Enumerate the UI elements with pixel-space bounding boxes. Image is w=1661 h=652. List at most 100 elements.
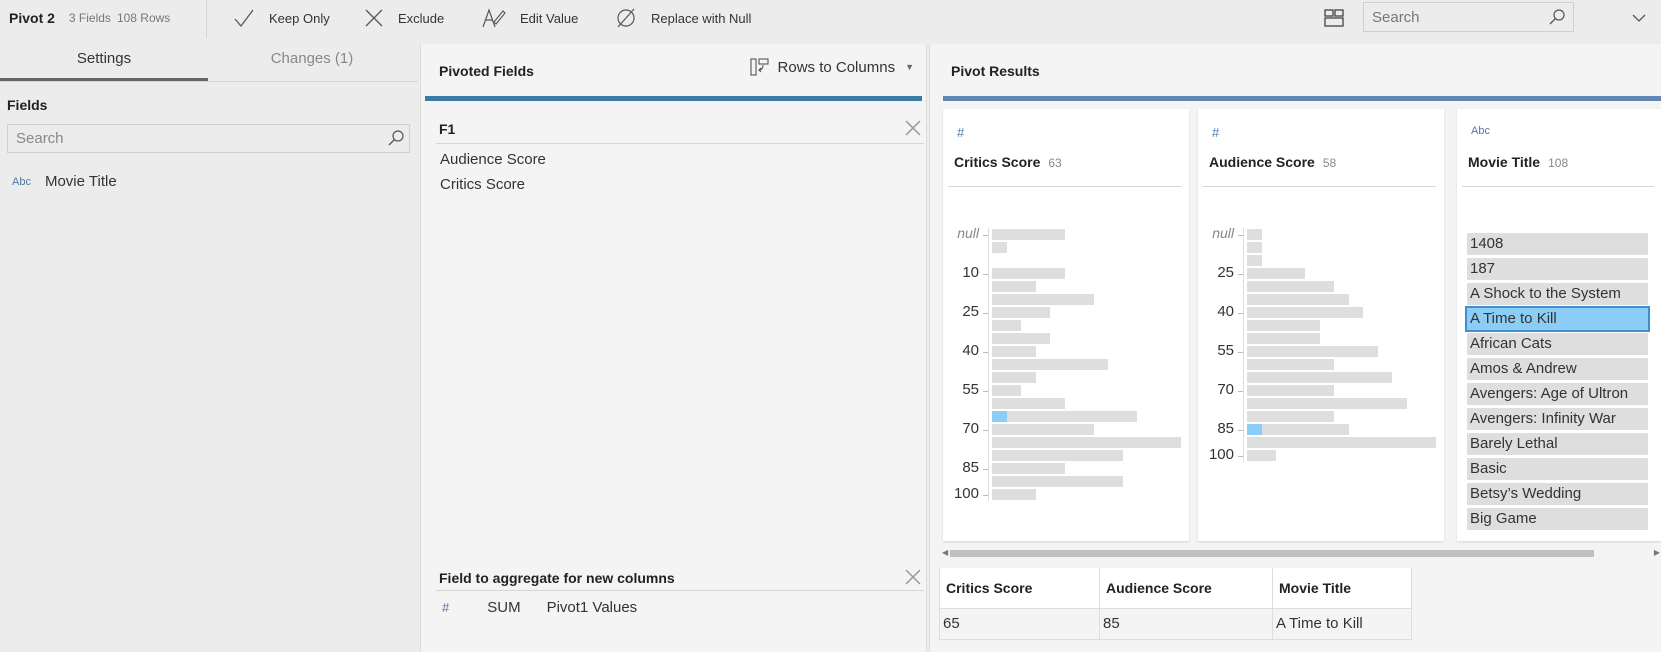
histogram-bar[interactable] [992,346,1036,357]
histogram-bar[interactable] [1247,307,1363,318]
chevron-down-icon [1632,14,1646,22]
histogram-bar[interactable] [992,294,1094,305]
keep-only-button[interactable]: Keep Only [233,0,330,36]
divider [1203,186,1436,187]
horizontal-scrollbar[interactable]: ◀ ▶ [942,548,1661,560]
histogram-bar[interactable] [1247,450,1276,461]
histogram-bar[interactable] [1247,359,1334,370]
movie-title-value[interactable]: A Shock to the System [1467,283,1648,305]
axis-tick [983,495,988,496]
histogram-bar[interactable] [1247,372,1392,383]
divider [206,0,207,38]
card-count: 63 [1048,156,1062,170]
movie-title-value[interactable]: Barely Lethal [1467,433,1648,455]
fields-heading: Fields [7,97,48,113]
histogram-bar[interactable] [1247,398,1407,409]
histogram-axis [988,228,989,501]
axis-tick [983,274,988,275]
scroll-right-icon[interactable]: ▶ [1654,548,1660,557]
table-cell: A Time to Kill [1272,607,1412,640]
histogram-bar[interactable] [1247,242,1262,253]
tab-changes[interactable]: Changes (1) [208,38,416,81]
number-type-icon: # [1212,125,1220,140]
histogram-bar[interactable] [1247,437,1436,448]
histogram-bar[interactable] [1247,229,1262,240]
histogram-bar[interactable] [992,268,1065,279]
fields-search-input[interactable]: Search [7,124,410,153]
histogram-bar[interactable] [992,333,1050,344]
axis-label: 55 [1217,342,1234,359]
axis-label: 85 [1217,420,1234,437]
movie-title-value[interactable]: 1408 [1467,233,1648,255]
histogram-bar[interactable] [1247,320,1320,331]
histogram-bar[interactable] [1247,281,1334,292]
exclude-label: Exclude [398,10,445,26]
edit-value-button[interactable]: Edit Value [482,0,578,36]
histogram-bar[interactable] [992,398,1065,409]
histogram-bar[interactable] [992,385,1021,396]
step-title: Pivot 2 [9,10,55,26]
histogram-bar[interactable] [992,242,1007,253]
aggregate-row[interactable]: # SUM Pivot1 Values [436,599,924,616]
histogram-bar[interactable] [992,359,1108,370]
scrollbar-thumb[interactable] [950,550,1594,557]
movie-title-value[interactable]: Big Game [1467,508,1648,530]
histogram-bar[interactable] [1247,346,1378,357]
histogram-bar[interactable] [992,372,1036,383]
histogram-bar[interactable] [1247,424,1349,435]
axis-label: 55 [962,381,979,398]
histogram-bar[interactable] [992,463,1065,474]
rows-to-columns-icon [749,58,769,76]
pivot-mode-dropdown[interactable]: Rows to Columns ▼ [749,58,914,76]
tab-settings[interactable]: Settings [0,38,208,81]
axis-label: 100 [953,485,979,502]
histogram-bar[interactable] [992,489,1036,500]
aggregate-heading: Field to aggregate for new columns [439,570,675,586]
exclude-button[interactable]: Exclude [364,0,444,36]
histogram-bar[interactable] [992,450,1123,461]
global-search-input[interactable]: Search [1363,2,1574,32]
movie-title-value[interactable]: Betsy’s Wedding [1467,483,1648,505]
edit-value-icon [482,8,506,28]
aggregate-function[interactable]: SUM [487,599,520,616]
pivot-field-name: F1 [439,121,456,137]
histogram-audience-score: null 25 40 55 70 85 100 [1198,224,1438,524]
histogram-bar[interactable] [992,320,1021,331]
selection-header-row: Critics Score Audience Score Movie Title [939,568,1412,609]
histogram-bar-selected [992,411,1007,422]
histogram-bar[interactable] [1247,255,1262,266]
histogram-bar[interactable] [992,229,1065,240]
movie-title-value[interactable]: A Time to Kill [1465,306,1650,332]
field-item[interactable]: Abc Movie Title [12,173,418,190]
histogram-bar[interactable] [992,476,1123,487]
histogram-bar[interactable] [992,307,1050,318]
selection-table: Critics Score Audience Score Movie Title… [939,568,1412,640]
movie-title-value[interactable]: African Cats [1467,333,1648,355]
axis-label: 40 [962,342,979,359]
histogram-bar[interactable] [992,437,1181,448]
histogram-bar[interactable] [1247,411,1334,422]
pivot-value-item[interactable]: Audience Score [436,151,924,169]
histogram-bar[interactable] [992,424,1094,435]
histogram-bar[interactable] [992,281,1036,292]
movie-title-value[interactable]: Amos & Andrew [1467,358,1648,380]
movie-title-value[interactable]: Avengers: Age of Ultron [1467,383,1648,405]
replace-with-null-button[interactable]: Replace with Null [615,0,751,36]
number-type-icon: # [957,125,965,140]
movie-title-value[interactable]: Basic [1467,458,1648,480]
histogram-bar[interactable] [1247,268,1305,279]
scroll-left-icon[interactable]: ◀ [942,548,948,557]
remove-aggregate-icon[interactable] [904,568,922,586]
movie-title-value[interactable]: 187 [1467,258,1648,280]
histogram-bar[interactable] [1247,294,1349,305]
axis-tick [1238,274,1243,275]
movie-title-value[interactable]: Avengers: Infinity War [1467,408,1648,430]
collapse-button[interactable] [1632,10,1646,28]
layout-toggle-button[interactable] [1324,9,1344,32]
histogram-bar[interactable] [992,411,1137,422]
histogram-bar[interactable] [1247,385,1334,396]
remove-field-icon[interactable] [904,119,922,137]
histogram-bar[interactable] [1247,333,1320,344]
pivot-value-item[interactable]: Critics Score [436,176,924,194]
field-name: Movie Title [44,173,117,190]
